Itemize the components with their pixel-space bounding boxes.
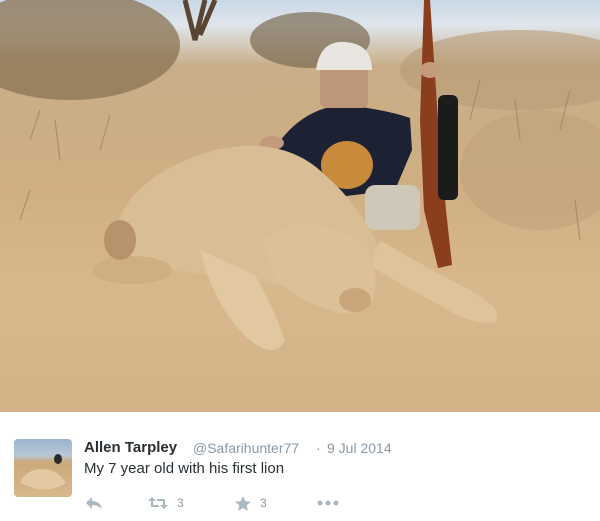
avatar-image bbox=[20, 454, 66, 490]
retweet-icon bbox=[147, 495, 169, 511]
author-name[interactable]: Allen Tarpley bbox=[84, 439, 177, 456]
reply-button[interactable] bbox=[84, 493, 104, 513]
meta-separator: · bbox=[316, 440, 321, 456]
tweet-photo[interactable] bbox=[0, 0, 600, 412]
favorite-count: 3 bbox=[260, 496, 267, 510]
tweet-date[interactable]: 9 Jul 2014 bbox=[327, 440, 392, 456]
favorite-button[interactable]: 3 bbox=[234, 493, 267, 513]
retweet-button[interactable]: 3 bbox=[147, 493, 184, 513]
star-icon bbox=[234, 495, 252, 512]
avatar[interactable] bbox=[14, 439, 72, 497]
reply-icon bbox=[84, 495, 104, 511]
retweet-count: 3 bbox=[177, 496, 184, 510]
more-button[interactable] bbox=[316, 493, 340, 513]
photo-scene bbox=[0, 0, 600, 350]
more-icon bbox=[316, 499, 340, 507]
tweet-text: My 7 year old with his first lion bbox=[84, 460, 285, 477]
author-handle[interactable]: @Safarihunter77 bbox=[193, 440, 299, 456]
